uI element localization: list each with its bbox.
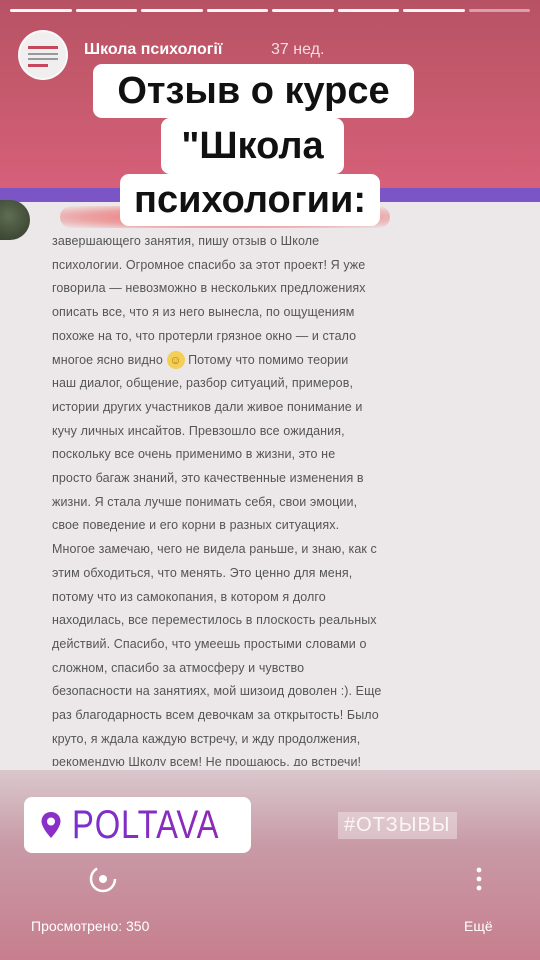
review-line: просто багаж знаний, это качественные из… (52, 471, 364, 486)
title-sticker-line2: "Школа (161, 118, 344, 174)
progress-segment (10, 9, 72, 12)
review-line: завершающего занятия, пишу отзыв о Школе (52, 234, 320, 248)
location-pin-icon (40, 811, 62, 839)
progress-segment (272, 9, 334, 12)
review-line: поскольку все очень применимо в жизни, э… (52, 447, 336, 462)
account-name[interactable]: Школа психології (84, 41, 222, 59)
more-options-icon[interactable] (474, 866, 484, 892)
review-line: жизни. Я стала лучше понимать себя, свои… (52, 494, 358, 509)
review-text: завершающего занятия, пишу отзыв о Школе… (52, 206, 462, 766)
viewers-icon[interactable] (86, 862, 120, 896)
account-avatar[interactable] (18, 30, 68, 80)
review-line: многое ясно видно ☺ Потому что помимо те… (52, 351, 349, 370)
review-line: наш диалог, общение, разбор ситуаций, пр… (52, 376, 354, 391)
review-line: круто, я ждала каждую встречу, и жду про… (52, 731, 361, 746)
location-sticker[interactable]: POLTAVA (24, 797, 251, 853)
review-line: кучу личных инсайтов. Превзошло все ожид… (52, 423, 345, 438)
review-line: находилась, все переместилось в плоскост… (52, 613, 377, 628)
review-line: истории других участников дали живое пон… (52, 399, 363, 414)
review-line: этим обходиться, что менять. Это ценно д… (52, 565, 353, 580)
hashtag-sticker[interactable]: #ОТЗЫВЫ (338, 812, 457, 839)
progress-segment (403, 9, 465, 12)
more-label[interactable]: Ещё (464, 918, 493, 934)
views-count[interactable]: Просмотрено: 350 (31, 918, 149, 934)
progress-segment (75, 9, 137, 12)
smile-emoji-icon: ☺ (166, 351, 185, 370)
review-line: свое поведение и его корни в разных ситу… (52, 518, 340, 533)
progress-segment (141, 9, 203, 12)
title-sticker-line1: Отзыв о курсе (93, 64, 414, 118)
review-line: Многое замечаю, чего не видела раньше, и… (52, 542, 377, 557)
review-line: говорила — невозможно в нескольких предл… (52, 281, 366, 296)
review-line: психологии. Огромное спасибо за этот про… (52, 257, 366, 272)
story-progress-bar (10, 9, 530, 13)
review-line: описать все, что я из него вынесла, по о… (52, 305, 355, 320)
review-line: потому что из самокопания, в котором я д… (52, 589, 326, 604)
title-sticker-line3: психологии: (120, 174, 380, 226)
review-line: раз благодарность всем девочкам за откры… (52, 708, 379, 723)
review-line: сложном, спасибо за атмосферу и чувство (52, 660, 305, 675)
progress-segment (206, 9, 268, 12)
post-time: 37 нед. (271, 41, 325, 58)
location-name: POLTAVA (72, 802, 220, 847)
progress-segment (337, 9, 399, 12)
review-line: безопасности на занятиях, мой шизоид дов… (52, 684, 382, 699)
review-line: похоже на то, что протерли грязное окно … (52, 328, 357, 343)
review-line: рекомендую Школу всем! Не прощаюсь, до в… (52, 755, 362, 766)
progress-segment (468, 9, 530, 12)
review-line: действий. Спасибо, что умеешь простыми с… (52, 636, 367, 651)
